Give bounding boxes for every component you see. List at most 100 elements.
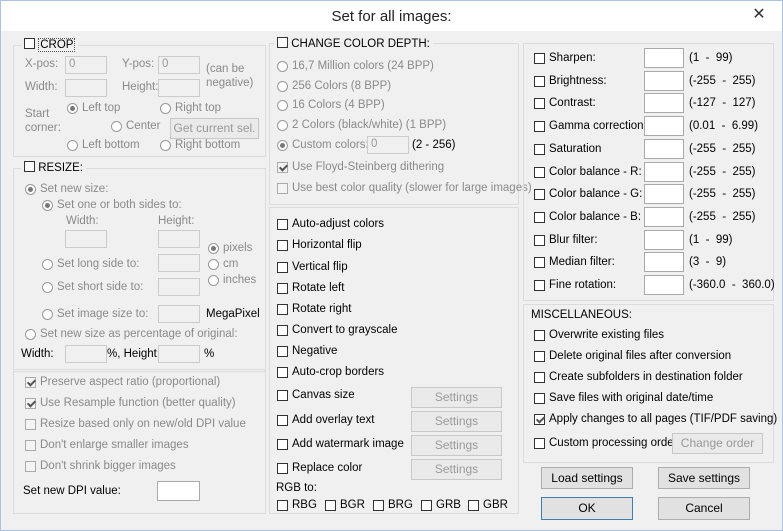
adjust-input-4[interactable] [644, 139, 684, 159]
1bpp-radio[interactable] [277, 120, 288, 131]
adjust-checkbox-0[interactable] [534, 53, 545, 64]
crop-height-input[interactable] [158, 79, 200, 97]
brg-checkbox[interactable] [373, 500, 384, 511]
resize-checkbox[interactable] [24, 161, 35, 172]
gbr-checkbox[interactable] [468, 500, 479, 511]
adjust-checkbox-3[interactable] [534, 121, 545, 132]
get-current-selection-button[interactable]: Get current sel. [170, 118, 259, 139]
save-settings-button[interactable]: Save settings [658, 467, 750, 489]
long-side-input[interactable] [158, 254, 200, 272]
best-quality-checkbox[interactable] [277, 183, 288, 194]
short-side-input[interactable] [158, 278, 200, 296]
cm-radio[interactable] [208, 259, 219, 270]
canvas-size-checkbox[interactable] [277, 390, 288, 401]
adjust-input-8[interactable] [644, 230, 684, 250]
set-one-or-both-radio[interactable] [42, 200, 53, 211]
negative-checkbox[interactable] [277, 346, 288, 357]
overlay-text-checkbox[interactable] [277, 415, 288, 426]
replace-settings-button[interactable]: Settings [411, 459, 502, 480]
image-size-input[interactable] [158, 305, 200, 323]
8bpp-radio[interactable] [277, 81, 288, 92]
ok-button[interactable]: OK [541, 497, 633, 520]
dont-shrink-checkbox[interactable] [25, 461, 36, 472]
rotate-right-checkbox[interactable] [277, 304, 288, 315]
24bpp-radio[interactable] [277, 61, 288, 72]
pixels-radio[interactable] [208, 243, 219, 254]
overlay-settings-button[interactable]: Settings [411, 411, 502, 432]
image-size-radio[interactable] [42, 309, 53, 320]
set-new-size-label: Set new size: [40, 183, 109, 195]
replace-color-checkbox[interactable] [277, 463, 288, 474]
rbg-checkbox[interactable] [277, 500, 288, 511]
adjust-input-10[interactable] [644, 275, 684, 295]
auto-adjust-checkbox[interactable] [277, 219, 288, 230]
adjust-checkbox-5[interactable] [534, 167, 545, 178]
adjust-input-9[interactable] [644, 252, 684, 272]
resize-height-input[interactable] [158, 230, 200, 248]
adjust-checkbox-4[interactable] [534, 144, 545, 155]
bgr-checkbox[interactable] [325, 500, 336, 511]
set-new-size-radio[interactable] [25, 184, 36, 195]
canvas-settings-button[interactable]: Settings [411, 387, 502, 408]
right-bottom-radio[interactable] [160, 140, 171, 151]
floyd-checkbox[interactable] [277, 162, 288, 173]
apply-all-pages-checkbox[interactable] [534, 414, 545, 425]
adjust-checkbox-8[interactable] [534, 235, 545, 246]
adjust-checkbox-6[interactable] [534, 189, 545, 200]
set-one-or-both-label: Set one or both sides to: [57, 199, 182, 211]
watermark-checkbox[interactable] [277, 439, 288, 450]
adjust-input-3[interactable] [644, 116, 684, 136]
xpos-input[interactable]: 0 [65, 56, 107, 74]
subfolders-checkbox[interactable] [534, 372, 545, 383]
4bpp-radio[interactable] [277, 100, 288, 111]
center-radio[interactable] [111, 121, 122, 132]
color-depth-checkbox[interactable] [277, 37, 288, 48]
custom-order-checkbox[interactable] [534, 438, 545, 449]
resample-checkbox[interactable] [25, 398, 36, 409]
resize-width-input[interactable] [65, 230, 107, 248]
adjust-input-7[interactable] [644, 207, 684, 227]
grayscale-checkbox[interactable] [277, 325, 288, 336]
inches-radio[interactable] [208, 275, 219, 286]
left-bottom-radio[interactable] [67, 140, 78, 151]
adjust-checkbox-10[interactable] [534, 280, 545, 291]
dont-enlarge-checkbox[interactable] [25, 440, 36, 451]
preserve-aspect-checkbox[interactable] [25, 377, 36, 388]
adjust-input-0[interactable] [644, 48, 684, 68]
hflip-checkbox[interactable] [277, 240, 288, 251]
right-top-radio[interactable] [160, 103, 171, 114]
adjust-input-5[interactable] [644, 162, 684, 182]
overwrite-checkbox[interactable] [534, 330, 545, 341]
pct-height-input[interactable] [158, 345, 200, 363]
dpi-input[interactable] [157, 481, 200, 501]
left-top-radio[interactable] [67, 103, 78, 114]
ypos-input[interactable]: 0 [158, 56, 200, 74]
autocrop-checkbox[interactable] [277, 367, 288, 378]
adjust-checkbox-7[interactable] [534, 212, 545, 223]
grb-checkbox[interactable] [421, 500, 432, 511]
adjust-checkbox-2[interactable] [534, 98, 545, 109]
short-side-radio[interactable] [42, 282, 53, 293]
close-icon[interactable]: ✕ [746, 3, 772, 27]
dpi-based-checkbox[interactable] [25, 419, 36, 430]
long-side-radio[interactable] [42, 259, 53, 270]
adjust-input-6[interactable] [644, 184, 684, 204]
delete-original-checkbox[interactable] [534, 351, 545, 362]
cancel-button[interactable]: Cancel [658, 497, 750, 520]
pct-width-input[interactable] [65, 345, 107, 363]
save-date-checkbox[interactable] [534, 393, 545, 404]
vflip-checkbox[interactable] [277, 262, 288, 273]
crop-checkbox[interactable] [24, 38, 35, 49]
load-settings-button[interactable]: Load settings [541, 467, 633, 489]
crop-width-input[interactable] [65, 79, 107, 97]
rotate-left-checkbox[interactable] [277, 283, 288, 294]
custom-colors-input[interactable]: 0 [367, 136, 409, 154]
adjust-input-1[interactable] [644, 71, 684, 91]
adjust-checkbox-9[interactable] [534, 257, 545, 268]
adjust-input-2[interactable] [644, 93, 684, 113]
change-order-button[interactable]: Change order [672, 433, 763, 454]
watermark-settings-button[interactable]: Settings [411, 435, 502, 456]
adjust-checkbox-1[interactable] [534, 76, 545, 87]
custom-colors-radio[interactable] [277, 140, 288, 151]
percentage-radio[interactable] [25, 329, 36, 340]
